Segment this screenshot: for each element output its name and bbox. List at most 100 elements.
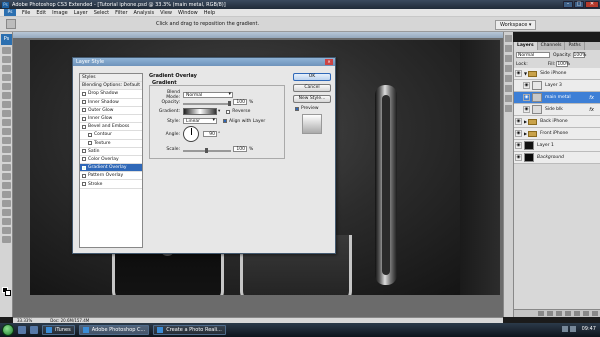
show-desktop-icon[interactable] [18,326,26,334]
add-mask-icon[interactable] [556,311,562,316]
checkbox[interactable] [82,149,86,154]
crop-tool-icon[interactable] [2,83,11,90]
eyedropper-tool-icon[interactable] [2,218,11,225]
current-tool-icon[interactable] [6,19,16,29]
info-icon[interactable] [505,55,512,62]
actions-icon[interactable] [505,105,512,112]
layer-row-back-iphone[interactable]: ◉ ▶ Back iPhone [514,116,600,128]
opacity-input[interactable]: 100 [233,99,247,105]
menu-edit[interactable]: Edit [36,10,46,16]
taskbar-item-itunes[interactable]: iTunes [42,325,75,335]
shape-tool-icon[interactable] [2,200,11,207]
hand-tool-icon[interactable] [2,227,11,234]
layer-row-background[interactable]: ◉ Background [514,152,600,164]
checkbox[interactable] [82,182,86,187]
style-item-gradient-overlay[interactable]: Gradient Overlay [80,164,142,173]
new-layer-icon[interactable] [583,311,589,316]
style-item-drop-shadow[interactable]: Drop Shadow [80,90,142,99]
checkbox[interactable] [82,124,86,129]
menu-help[interactable]: Help [204,10,215,16]
layer-row-layer-1[interactable]: ◉ Layer 1 [514,140,600,152]
checkbox[interactable] [82,91,86,96]
style-item-stroke[interactable]: Stroke [80,180,142,189]
style-item-pattern-overlay[interactable]: Pattern Overlay [80,172,142,181]
blend-mode-select[interactable]: Normal [183,92,233,98]
eraser-tool-icon[interactable] [2,137,11,144]
visibility-eye-icon[interactable]: ◉ [515,70,522,77]
tab-channels[interactable]: Channels [538,42,566,50]
menu-analysis[interactable]: Analysis [134,10,155,16]
checkbox[interactable] [82,173,86,178]
checkbox[interactable] [88,132,92,137]
trash-icon[interactable] [592,311,598,316]
tab-layers[interactable]: Layers [514,42,538,50]
style-item-satin[interactable]: Satin [80,148,142,156]
opacity-slider-thumb[interactable] [228,101,231,106]
close-window-button[interactable]: ✕ [585,1,599,8]
slice-tool-icon[interactable] [2,92,11,99]
taskbar-item-browser[interactable]: Create a Photo Reali... [153,325,226,335]
type-tool-icon[interactable] [2,182,11,189]
blur-tool-icon[interactable] [2,155,11,162]
checkbox[interactable] [82,100,86,105]
color-icon[interactable] [505,65,512,72]
gradient-tool-icon[interactable] [2,146,11,153]
menu-layer[interactable]: Layer [74,10,88,16]
layer-row-main-metal[interactable]: ◉ main metal fx [514,92,600,104]
checkbox-checked[interactable] [82,165,86,170]
clock[interactable]: 09:47 [582,326,596,332]
tab-paths[interactable]: Paths [565,42,585,50]
style-item-outer-glow[interactable]: Outer Glow [80,107,142,115]
lasso-tool-icon[interactable] [2,65,11,72]
new-group-icon[interactable] [574,311,580,316]
menu-view[interactable]: View [160,10,172,16]
layer-row-front-iphone[interactable]: ◉ ▶ Front iPhone [514,128,600,140]
menu-image[interactable]: Image [52,10,68,16]
group-collapsed-icon[interactable]: ▶ [524,119,527,124]
layer-blend-mode-select[interactable]: Normal [516,52,550,58]
style-item-inner-glow[interactable]: Inner Glow [80,115,142,124]
reverse-checkbox[interactable] [226,109,231,114]
align-with-layer-checkbox[interactable] [223,119,227,123]
background-color-swatch[interactable] [5,290,11,296]
style-item-inner-shadow[interactable]: Inner Shadow [80,99,142,107]
workspace-menu[interactable]: Workspace ▾ [495,20,537,30]
scale-slider[interactable] [183,148,231,153]
visibility-eye-icon[interactable]: ◉ [515,142,522,149]
menu-file[interactable]: File [22,10,30,16]
dodge-tool-icon[interactable] [2,164,11,171]
angle-input[interactable]: 90 [203,131,217,137]
pen-tool-icon[interactable] [2,173,11,180]
checkbox[interactable] [88,141,92,146]
layer-row-side-iphone[interactable]: ◉ ▼ Side iPhone [514,68,600,80]
link-layers-icon[interactable] [538,311,544,316]
style-item-styles[interactable]: Styles [80,74,142,83]
cancel-button[interactable]: Cancel [293,84,331,92]
history-brush-tool-icon[interactable] [2,128,11,135]
preview-checkbox[interactable] [295,106,299,111]
style-item-bevel-emboss[interactable]: Bevel and Emboss [80,123,142,132]
layer-opacity-input[interactable]: 100% [572,52,586,58]
taskbar-item-photoshop[interactable]: Adobe Photoshop C... [78,325,150,335]
minimize-button[interactable]: – [563,1,573,8]
new-style-button[interactable]: New Style... [293,95,331,103]
quick-launch-icon[interactable] [30,326,38,334]
layer-fill-input[interactable]: 100% [556,61,570,67]
histogram-icon[interactable] [505,45,512,52]
group-expanded-icon[interactable]: ▼ [524,71,527,76]
style-select[interactable]: Linear [183,118,217,124]
visibility-eye-icon[interactable]: ◉ [515,118,522,125]
ok-button[interactable]: OK [293,73,331,81]
menu-filter[interactable]: Filter [115,10,127,16]
checkbox[interactable] [82,116,86,121]
layer-effects-icon[interactable]: fx [589,107,594,113]
visibility-eye-icon[interactable]: ◉ [523,82,530,89]
style-item-texture[interactable]: Texture [80,140,142,148]
adjustment-layer-icon[interactable] [565,311,571,316]
swatches-icon[interactable] [505,75,512,82]
stamp-tool-icon[interactable] [2,119,11,126]
brush-tool-icon[interactable] [2,110,11,117]
dialog-close-icon[interactable]: ✕ [325,59,333,65]
notes-tool-icon[interactable] [2,209,11,216]
visibility-eye-icon[interactable]: ◉ [523,106,530,113]
